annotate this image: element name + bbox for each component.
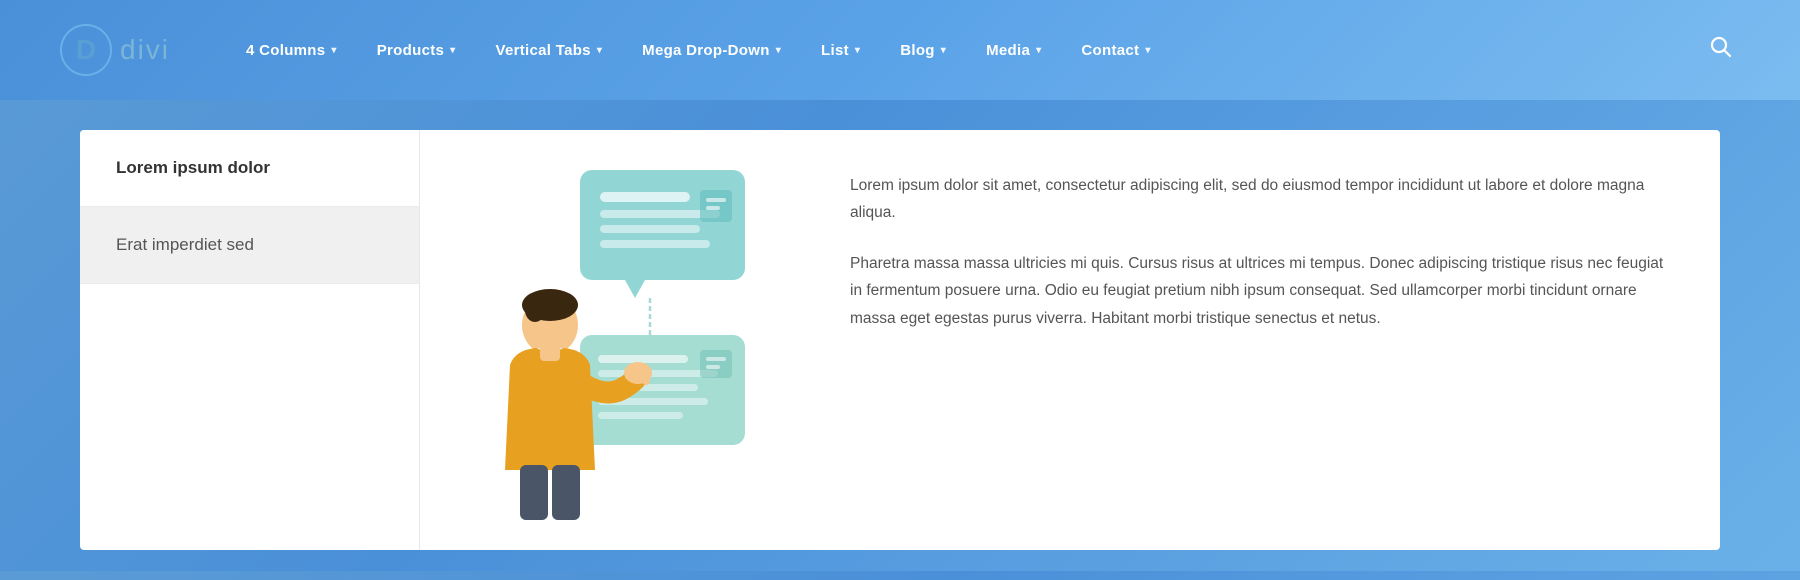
right-text-panel: Lorem ipsum dolor sit amet, consectetur …: [800, 130, 1720, 550]
nav-item-mega-dropdown[interactable]: Mega Drop-Down ▾: [626, 34, 797, 67]
nav-item-list[interactable]: List ▾: [805, 34, 876, 67]
main-nav: 4 Columns ▾ Products ▾ Vertical Tabs ▾ M…: [230, 34, 1702, 67]
content-card: Lorem ipsum dolor Erat imperdiet sed: [80, 130, 1720, 550]
logo-icon: D: [60, 24, 112, 76]
right-paragraph-2: Pharetra massa massa ultricies mi quis. …: [850, 250, 1670, 331]
chevron-down-icon: ▾: [941, 45, 946, 56]
illustration: [450, 150, 770, 530]
nav-item-products[interactable]: Products ▾: [361, 34, 472, 67]
site-header: D divi 4 Columns ▾ Products ▾ Vertical T…: [0, 0, 1800, 100]
chevron-down-icon: ▾: [1036, 45, 1041, 56]
chevron-down-icon: ▾: [597, 45, 602, 56]
left-item-2[interactable]: Erat imperdiet sed: [80, 207, 419, 284]
center-illustration-panel: [420, 130, 800, 550]
chevron-down-icon: ▾: [1145, 45, 1150, 56]
chevron-down-icon: ▾: [855, 45, 860, 56]
right-paragraph-1: Lorem ipsum dolor sit amet, consectetur …: [850, 172, 1670, 226]
chevron-down-icon: ▾: [776, 45, 781, 56]
chevron-down-icon: ▾: [450, 45, 455, 56]
logo-letter: D: [76, 34, 96, 66]
search-button[interactable]: [1702, 28, 1740, 72]
nav-item-4columns[interactable]: 4 Columns ▾: [230, 34, 353, 67]
nav-item-vertical-tabs[interactable]: Vertical Tabs ▾: [479, 34, 618, 67]
nav-item-media[interactable]: Media ▾: [970, 34, 1057, 67]
logo-name: divi: [120, 34, 170, 66]
left-item-1[interactable]: Lorem ipsum dolor: [80, 130, 419, 207]
chevron-down-icon: ▾: [331, 45, 336, 56]
main-content: Lorem ipsum dolor Erat imperdiet sed: [0, 100, 1800, 580]
nav-item-contact[interactable]: Contact ▾: [1065, 34, 1166, 67]
nav-item-blog[interactable]: Blog ▾: [884, 34, 962, 67]
logo[interactable]: D divi: [60, 24, 170, 76]
left-panel: Lorem ipsum dolor Erat imperdiet sed: [80, 130, 420, 550]
